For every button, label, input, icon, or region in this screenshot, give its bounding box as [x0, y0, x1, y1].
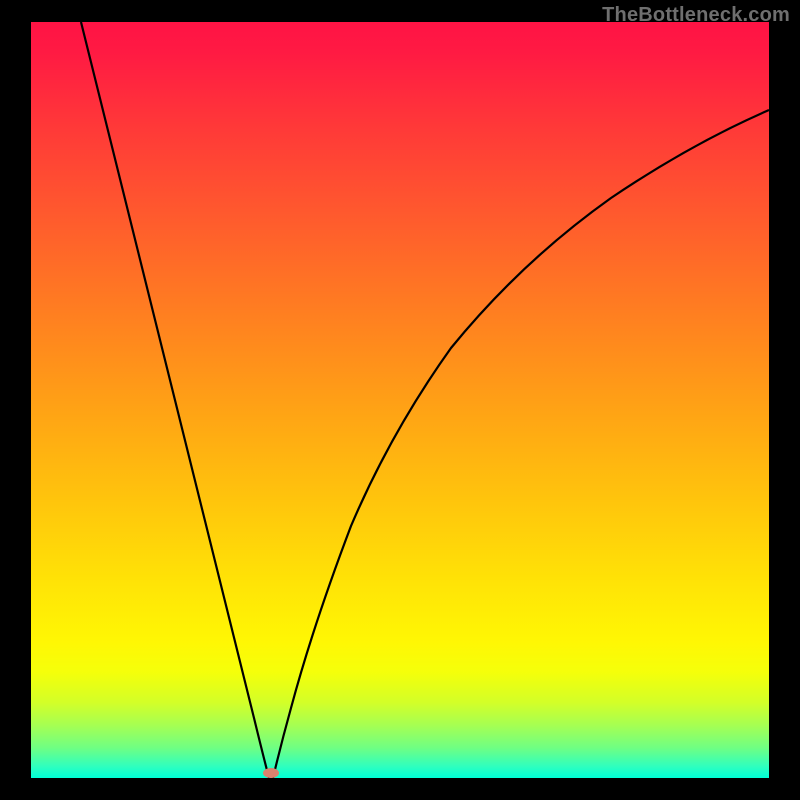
- image-frame: TheBottleneck.com: [0, 0, 800, 800]
- curve-right-branch: [273, 110, 769, 778]
- watermark-text: TheBottleneck.com: [602, 4, 790, 27]
- bottom-marker: [263, 768, 279, 778]
- curve-overlay: [31, 22, 769, 778]
- curve-left-branch: [81, 22, 269, 778]
